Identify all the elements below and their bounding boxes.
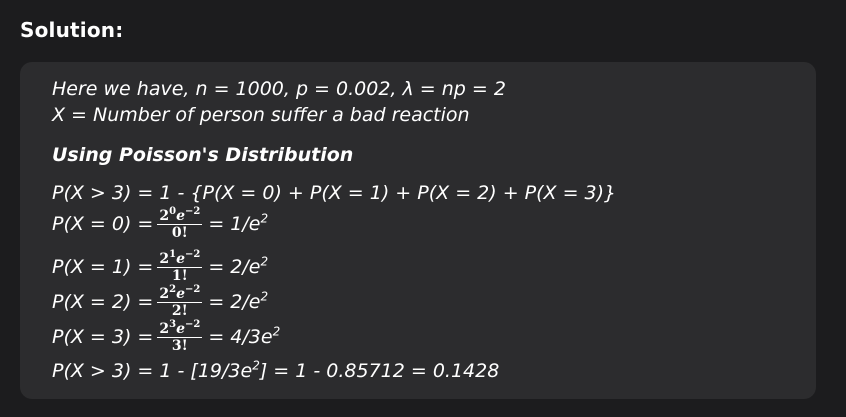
term-rhs: = 4/3e2 (208, 324, 281, 348)
term-rhs: = 1/e2 (208, 211, 269, 235)
term-lhs: P(X = 2) = (52, 291, 154, 313)
fraction-numerator: 22e−2 (159, 284, 201, 302)
term-rhs: = 2/e2 (208, 254, 269, 278)
fraction-denominator: 1! (171, 268, 188, 284)
term-p0: P(X = 0) = 20e−2 0! = 1/e2 (52, 206, 269, 241)
final-result: P(X > 3) = 1 - [19/3e2] = 1 - 0.85712 = … (52, 358, 500, 382)
solution-heading: Solution: (20, 18, 124, 42)
term-p3: P(X = 3) = 23e−2 3! = 4/3e2 (52, 319, 281, 354)
given-line: Here we have, n = 1000, p = 0.002, λ = n… (52, 78, 506, 100)
term-p1: P(X = 1) = 21e−2 1! = 2/e2 (52, 249, 269, 284)
fraction-numerator: 21e−2 (159, 249, 201, 267)
term-p2: P(X = 2) = 22e−2 2! = 2/e2 (52, 284, 269, 319)
method-label: Using Poisson's Distribution (52, 144, 354, 166)
x-definition: X = Number of person suffer a bad reacti… (52, 104, 470, 126)
probability-formula: P(X > 3) = 1 - {P(X = 0) + P(X = 1) + P(… (52, 182, 617, 204)
poisson-fraction: 21e−2 1! (157, 249, 203, 284)
fraction-denominator: 2! (171, 303, 188, 319)
poisson-fraction: 22e−2 2! (157, 284, 203, 319)
term-rhs: = 2/e2 (208, 289, 269, 313)
poisson-fraction: 20e−2 0! (157, 206, 203, 241)
poisson-fraction: 23e−2 3! (157, 319, 203, 354)
fraction-numerator: 23e−2 (159, 319, 201, 337)
fraction-denominator: 3! (171, 338, 188, 354)
term-lhs: P(X = 0) = (52, 213, 154, 235)
fraction-numerator: 20e−2 (159, 206, 201, 224)
term-lhs: P(X = 3) = (52, 326, 154, 348)
fraction-denominator: 0! (171, 225, 188, 241)
term-lhs: P(X = 1) = (52, 256, 154, 278)
